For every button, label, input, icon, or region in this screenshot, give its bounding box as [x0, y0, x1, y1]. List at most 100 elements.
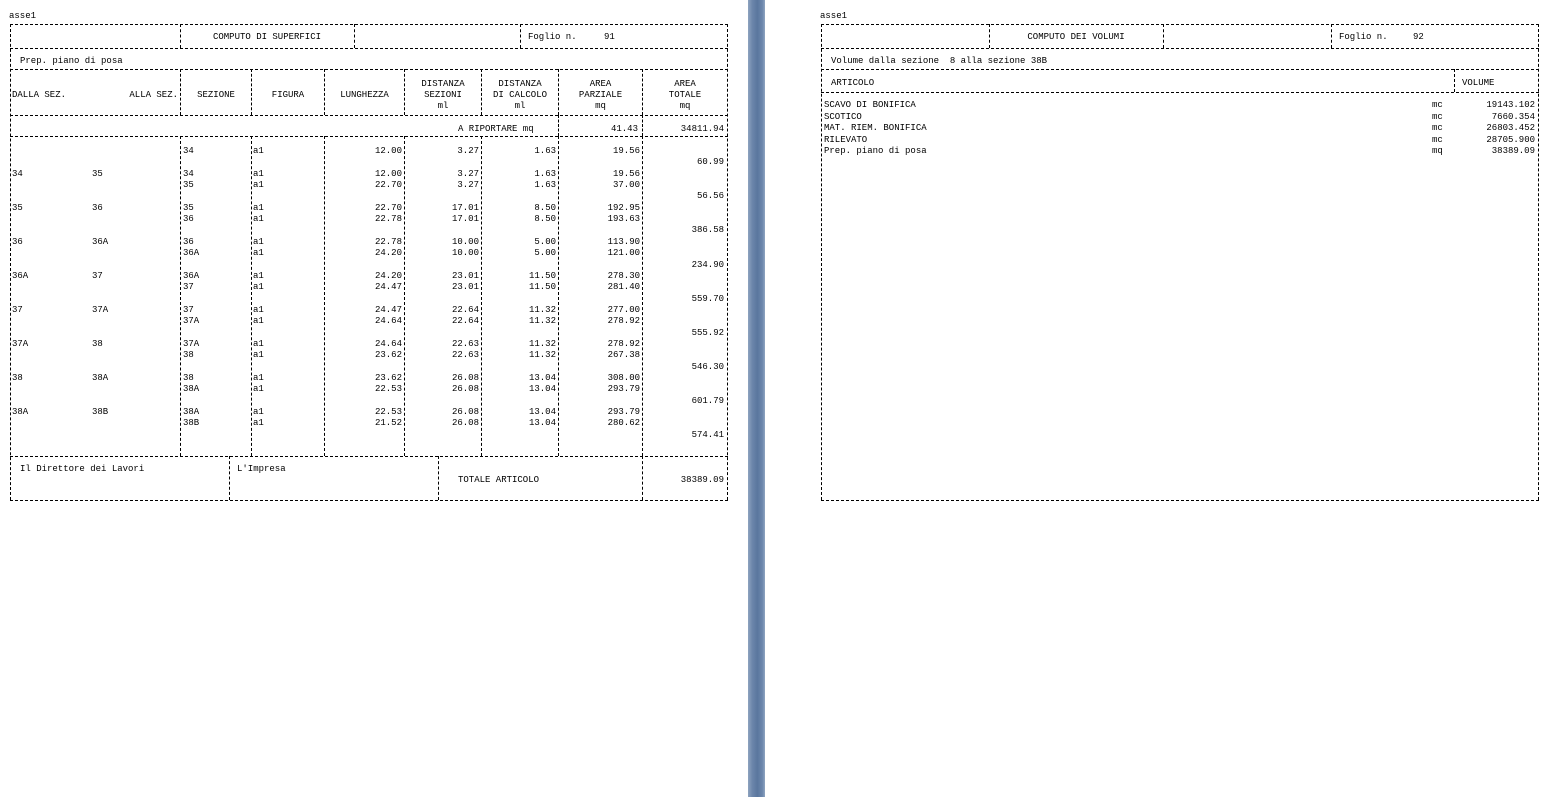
col-dist-calc-2: DI CALCOLO [492, 90, 547, 100]
rule [481, 136, 482, 456]
cell-area-parziale: 278.30 [607, 270, 640, 281]
cell-figura: a1 [253, 146, 264, 156]
impresa-label: L'Impresa [237, 464, 286, 474]
cell-area-totale: 601.79 [691, 395, 724, 406]
cell-dalla-sez: 37A [12, 338, 29, 349]
cell-distanza-calcolo: 11.32 [528, 338, 556, 349]
cell-distanza-sezioni: 23.01 [451, 282, 479, 293]
cell-sezione: 37A [183, 338, 200, 349]
cell-area-totale: 555.92 [691, 327, 724, 338]
cell-figura: a1 [253, 407, 264, 418]
rule [1454, 69, 1455, 92]
cell-area-parziale: 192.95 [607, 202, 640, 213]
cell-lunghezza: 22.53 [374, 407, 402, 418]
rule [821, 69, 1539, 70]
cell-distanza-calcolo: 1.63 [534, 146, 556, 156]
cell-lunghezza: 24.64 [374, 316, 402, 327]
item-unit: mc [1432, 134, 1443, 145]
cell-distanza-calcolo: 11.50 [528, 270, 556, 281]
cell-area-parziale: 280.62 [607, 418, 640, 429]
col-dist-calc-3: ml [514, 101, 526, 111]
item-name: MAT. RIEM. BONIFICA [824, 123, 927, 133]
cell-alla-sez: 38A [92, 373, 109, 383]
cell-distanza-calcolo: 5.00 [534, 248, 556, 259]
cell-sezione: 38 [183, 350, 194, 361]
item-volume: 7660.354 [1491, 111, 1535, 122]
cell-area-parziale: 278.92 [607, 338, 640, 349]
cell-figura: a1 [253, 214, 264, 225]
cell-distanza-sezioni: 26.08 [451, 373, 479, 383]
cell-lunghezza: 22.78 [374, 236, 402, 247]
cell-area-parziale: 19.56 [612, 146, 640, 156]
cell-area-parziale: 308.00 [607, 373, 640, 383]
cell-sezione: 38 [183, 373, 194, 383]
cell-sezione: 36A [183, 248, 200, 259]
cell-distanza-calcolo: 1.63 [534, 180, 556, 191]
cell-sezione: 36 [183, 236, 194, 247]
cell-distanza-calcolo: 13.04 [528, 384, 556, 395]
cell-alla-sez: 37 [92, 270, 103, 281]
cell-lunghezza: 24.20 [374, 248, 402, 259]
cell-alla-sez: 36 [92, 202, 103, 213]
item-volume: 19143.102 [1486, 100, 1535, 110]
cell-figura: a1 [253, 304, 264, 315]
cell-alla-sez: 38B [92, 407, 109, 418]
file-name: asse1 [9, 11, 37, 21]
rule [10, 456, 728, 457]
col-articolo: ARTICOLO [831, 78, 875, 88]
cell-area-parziale: 277.00 [607, 304, 640, 315]
rule [821, 48, 1539, 49]
item-volume: 38389.09 [1491, 146, 1535, 156]
cell-distanza-sezioni: 26.08 [451, 407, 479, 418]
rule [10, 24, 11, 500]
rule [821, 24, 1539, 25]
col-area-parz-1: AREA [589, 79, 612, 89]
cell-figura: a1 [253, 282, 264, 293]
totale-articolo-value: 38389.09 [680, 475, 724, 485]
cell-area-totale: 559.70 [691, 293, 724, 304]
totale-articolo-label: TOTALE ARTICOLO [458, 475, 540, 485]
rule [520, 24, 521, 48]
cell-distanza-calcolo: 1.63 [534, 168, 556, 179]
cell-area-parziale: 293.79 [607, 384, 640, 395]
foglio-label: Foglio n. [528, 32, 577, 42]
cell-sezione: 38A [183, 407, 200, 418]
rule [821, 24, 822, 500]
cell-lunghezza: 23.62 [374, 373, 402, 383]
cell-area-totale: 546.30 [691, 361, 724, 372]
cell-sezione: 38B [183, 418, 200, 429]
cell-dalla-sez: 37 [12, 304, 23, 315]
col-lunghezza: LUNGHEZZA [340, 90, 389, 100]
rule [10, 136, 728, 137]
page-title: COMPUTO DEI VOLUMI [1027, 32, 1125, 42]
cell-figura: a1 [253, 202, 264, 213]
cell-dalla-sez: 38A [12, 407, 29, 418]
cell-lunghezza: 22.53 [374, 384, 402, 395]
cell-lunghezza: 24.20 [374, 270, 402, 281]
rule [10, 69, 728, 70]
cell-figura: a1 [253, 373, 264, 383]
rule [558, 136, 559, 456]
cell-distanza-sezioni: 3.27 [457, 180, 479, 191]
rule [642, 456, 643, 500]
cell-figura: a1 [253, 270, 264, 281]
cell-distanza-sezioni: 17.01 [451, 202, 479, 213]
cell-lunghezza: 24.47 [374, 304, 402, 315]
cell-figura: a1 [253, 248, 264, 259]
cell-alla-sez: 37A [92, 304, 109, 315]
rule [10, 115, 728, 116]
volume-subtitle: Volume dalla sezione 8 alla sezione 38B [831, 56, 1048, 66]
col-area-tot-2: TOTALE [668, 90, 702, 100]
rule [10, 24, 728, 25]
cell-distanza-calcolo: 13.04 [528, 373, 556, 383]
cell-distanza-calcolo: 11.32 [528, 350, 556, 361]
cell-figura: a1 [253, 418, 264, 429]
col-dist-sez-2: SEZIONI [424, 90, 462, 100]
col-sezione: SEZIONE [197, 90, 235, 100]
cell-distanza-calcolo: 8.50 [534, 202, 556, 213]
cell-area-parziale: 19.56 [612, 168, 640, 179]
rule [180, 136, 181, 456]
cell-distanza-sezioni: 22.64 [451, 304, 479, 315]
cell-area-parziale: 293.79 [607, 407, 640, 418]
rule [1331, 24, 1332, 48]
